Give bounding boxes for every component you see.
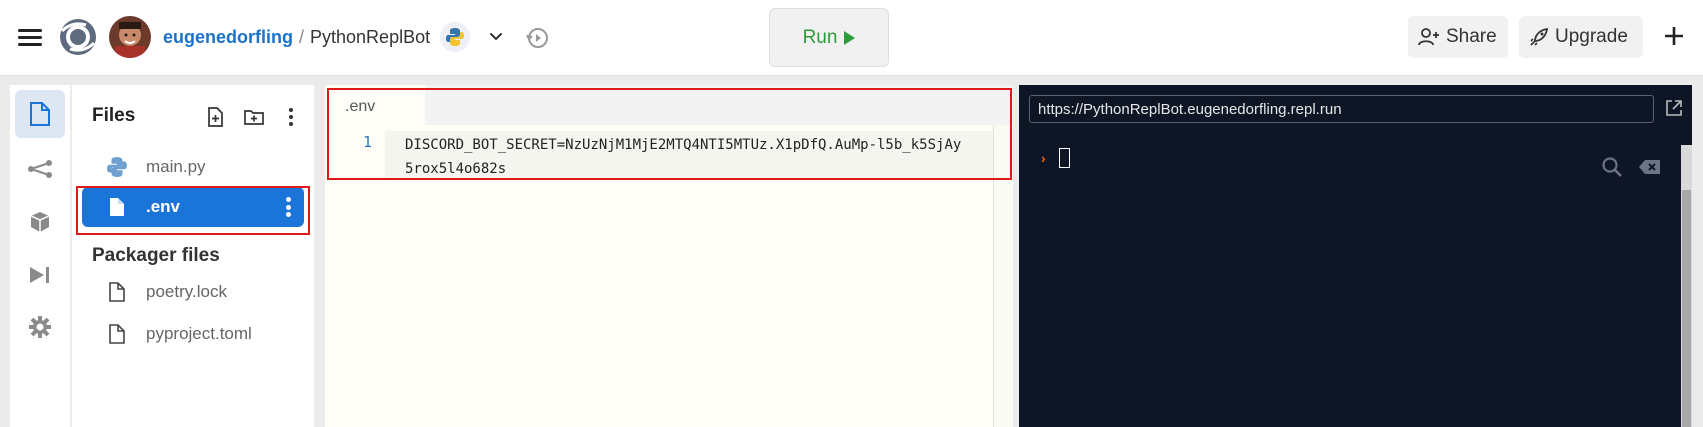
history-icon[interactable] <box>524 25 550 51</box>
file-icon <box>109 324 125 344</box>
tool-rail <box>10 85 70 427</box>
upgrade-button[interactable]: Upgrade <box>1519 16 1643 58</box>
packages-tool-button[interactable] <box>15 198 65 246</box>
run-label: Run <box>802 26 838 48</box>
chevron-down-icon[interactable] <box>487 27 505 45</box>
open-in-new-tab-icon[interactable] <box>1664 98 1684 118</box>
code-line[interactable]: DISCORD_BOT_SECRET=NzUzNjM1MjE2MTQ4NTI5M… <box>405 133 965 181</box>
clear-console-icon[interactable] <box>1638 158 1662 176</box>
editor-scroll-gutter[interactable] <box>993 125 1013 427</box>
scrollbar-thumb[interactable] <box>1682 190 1691 427</box>
python-icon <box>107 157 127 177</box>
line-number: 1 <box>363 133 373 151</box>
settings-tool-button[interactable] <box>15 303 65 351</box>
file-name: poetry.lock <box>146 282 227 301</box>
console-prompt: › <box>1041 150 1046 166</box>
share-nodes-icon <box>28 160 52 178</box>
menu-icon[interactable] <box>18 27 42 47</box>
breadcrumb: eugenedorfling / PythonReplBot <box>163 25 430 49</box>
breadcrumb-separator: / <box>299 27 305 47</box>
new-folder-icon[interactable] <box>243 106 265 128</box>
debugger-tool-button[interactable] <box>15 251 65 299</box>
share-label: Share <box>1446 26 1497 47</box>
avatar[interactable] <box>109 16 151 58</box>
python-language-icon[interactable] <box>440 22 470 52</box>
new-file-icon[interactable] <box>205 106 227 128</box>
more-options-icon[interactable] <box>280 106 302 128</box>
file-name: main.py <box>146 157 206 176</box>
replit-logo-icon[interactable] <box>58 17 98 57</box>
file-name: .env <box>146 197 181 216</box>
files-tool-button[interactable] <box>15 90 65 138</box>
console-panel: https://PythonReplBot.eugenedorfling.rep… <box>1019 85 1692 427</box>
packager-files-title: Packager files <box>92 245 220 266</box>
tab-env[interactable]: .env <box>325 85 425 125</box>
upgrade-label: Upgrade <box>1555 26 1628 47</box>
file-icon <box>110 198 124 216</box>
code-area[interactable]: 1 DISCORD_BOT_SECRET=NzUzNjM1MjE2MTQ4NTI… <box>325 125 993 427</box>
debugger-icon <box>30 267 49 283</box>
editor-tab-strip: .env <box>325 85 1013 125</box>
add-user-icon <box>1418 28 1439 46</box>
play-icon <box>844 30 856 45</box>
run-button[interactable]: Run <box>769 8 889 67</box>
file-icon <box>109 282 125 302</box>
owner-link[interactable]: eugenedorfling <box>163 27 293 47</box>
settings-icon <box>29 316 51 338</box>
package-icon <box>30 212 50 232</box>
file-item-pyproject-toml[interactable]: pyproject.toml <box>82 314 304 354</box>
share-nodes-tool-button[interactable] <box>15 145 65 193</box>
console-cursor <box>1059 148 1070 168</box>
webview-url-field[interactable]: https://PythonReplBot.eugenedorfling.rep… <box>1029 95 1654 123</box>
repl-name[interactable]: PythonReplBot <box>310 27 430 47</box>
files-panel: Files main.py .env Packager files poetry… <box>72 85 314 427</box>
file-item-main-py[interactable]: main.py <box>82 147 304 187</box>
file-item-env[interactable]: .env <box>82 187 304 227</box>
code-editor: .env 1 DISCORD_BOT_SECRET=NzUzNjM1MjE2MT… <box>325 85 1013 427</box>
files-icon <box>30 102 50 126</box>
console-scrollbar[interactable] <box>1681 145 1692 427</box>
file-options-icon[interactable] <box>286 197 292 217</box>
file-item-poetry-lock[interactable]: poetry.lock <box>82 272 304 312</box>
files-title: Files <box>92 105 136 126</box>
top-bar: eugenedorfling /PythonReplBot Run Share <box>0 0 1703 76</box>
search-icon[interactable] <box>1601 156 1623 178</box>
rocket-icon <box>1530 27 1549 46</box>
file-name: pyproject.toml <box>146 324 252 343</box>
console-input-line[interactable]: › <box>1041 148 1441 172</box>
share-button[interactable]: Share <box>1408 16 1508 58</box>
plus-icon[interactable] <box>1661 23 1687 49</box>
